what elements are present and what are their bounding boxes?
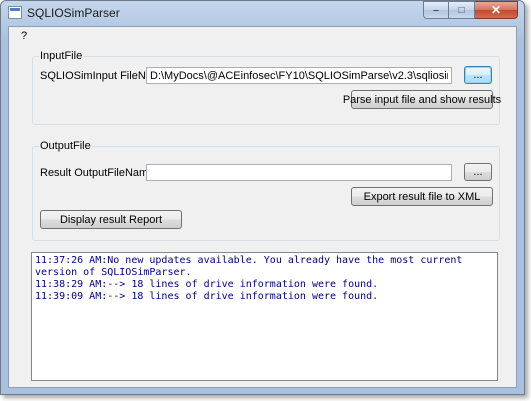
maximize-icon: □ [458, 4, 465, 16]
display-report-button[interactable]: Display result Report [40, 210, 182, 229]
menu-bar: ? [9, 27, 516, 45]
maximize-button[interactable]: □ [449, 1, 475, 19]
app-window: SQLIOSimParser – □ ✕ ? InputFile SQLIOSi… [0, 0, 525, 395]
caption-buttons: – □ ✕ [423, 1, 518, 20]
close-button[interactable]: ✕ [475, 1, 518, 19]
output-filename-field[interactable] [146, 164, 452, 181]
parse-input-button[interactable]: Parse input file and show results [343, 90, 501, 109]
log-line: 11:39:09 AM:--> 18 lines of drive inform… [35, 291, 379, 302]
minimize-icon: – [433, 4, 439, 16]
output-browse-button[interactable]: ... [464, 163, 492, 181]
app-icon [8, 6, 22, 19]
title-bar[interactable]: SQLIOSimParser – □ ✕ [1, 1, 524, 25]
output-file-legend: OutputFile [40, 140, 91, 152]
minimize-button[interactable]: – [423, 1, 449, 19]
input-filename-field[interactable] [146, 67, 452, 84]
window-title: SQLIOSimParser [27, 6, 120, 20]
log-line: 11:37:26 AM:No new updates available. Yo… [35, 255, 469, 278]
export-xml-button[interactable]: Export result file to XML [351, 187, 493, 206]
input-file-legend: InputFile [40, 50, 83, 62]
log-output[interactable]: 11:37:26 AM:No new updates available. Yo… [31, 252, 498, 381]
log-line: 11:38:29 AM:--> 18 lines of drive inform… [35, 279, 379, 290]
menu-item-help[interactable]: ? [21, 30, 27, 42]
close-icon: ✕ [490, 3, 502, 17]
input-file-group: InputFile [32, 50, 500, 125]
output-filename-label: Result OutputFileName [40, 167, 155, 179]
input-browse-button[interactable]: ... [464, 66, 492, 84]
client-area: ? InputFile SQLIOSimInput FileName: ... … [8, 26, 517, 388]
